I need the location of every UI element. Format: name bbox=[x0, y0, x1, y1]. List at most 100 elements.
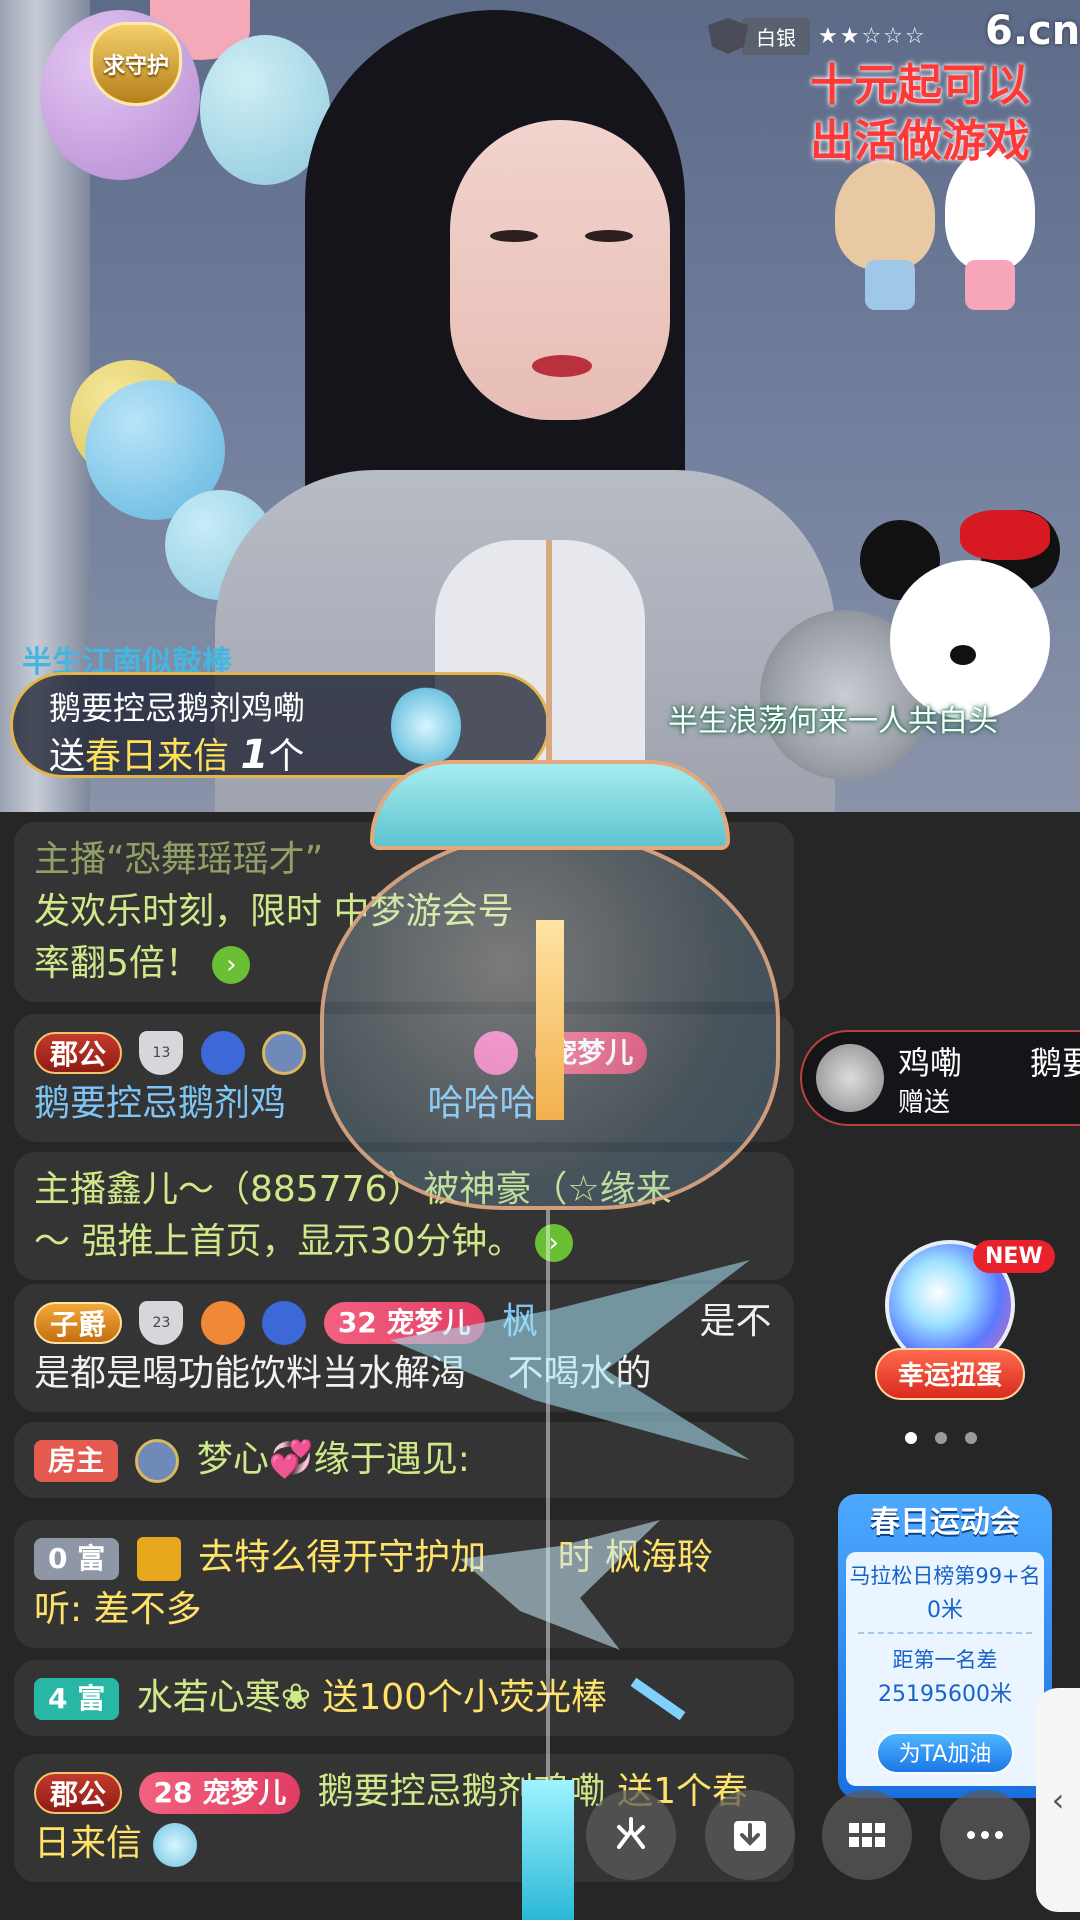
title-badge: 郡公 bbox=[34, 1772, 123, 1814]
level-cube-icon bbox=[262, 1301, 307, 1345]
carousel-dot[interactable] bbox=[965, 1432, 977, 1444]
cheer-button[interactable]: 为TA加油 bbox=[876, 1732, 1014, 1774]
sender-avatar bbox=[816, 1044, 884, 1112]
carousel-dots[interactable] bbox=[905, 1432, 977, 1444]
rank-one-icon bbox=[200, 1301, 245, 1345]
marathon-distance: 0米 bbox=[927, 1598, 963, 1623]
site-logo: 6.cn bbox=[985, 8, 1080, 54]
spring-letter-gift-icon bbox=[391, 685, 461, 767]
system-notice-line-1: 主播鑫儿～（885776）被神豪（☆缘来 bbox=[34, 1169, 672, 1210]
system-notice-text: ～ 强推上首页，显示30分钟。 bbox=[34, 1221, 524, 1262]
fan-badge-level: 32 bbox=[337, 1306, 377, 1339]
spring-sports-widget[interactable]: 春日运动会 马拉松日榜第99+名 0米 距第一名差 25195600米 为TA加… bbox=[838, 1494, 1052, 1798]
chat-message: 郡公 13 宠梦儿 鹅要控忌鹅剂鸡 哈哈哈 bbox=[14, 1014, 794, 1142]
go-arrow-icon[interactable]: › bbox=[534, 1224, 573, 1262]
guard-shield-icon: 23 bbox=[139, 1301, 184, 1345]
sender-name: 鸡嘞 bbox=[898, 1044, 963, 1082]
system-notice-end: 率翻5倍！ bbox=[34, 943, 201, 984]
host-badge: 房主 bbox=[34, 1440, 119, 1482]
chat-text-line-2-tail: 不喝水的 bbox=[507, 1353, 652, 1394]
download-button[interactable] bbox=[705, 1790, 795, 1880]
fan-badge-name: 宠梦儿 bbox=[202, 1776, 287, 1809]
more-button[interactable] bbox=[940, 1790, 1030, 1880]
gift-banner-gift: 春日来信 bbox=[85, 736, 230, 777]
chat-message: 郡公 28 宠梦儿 鹅要控忌鹅剂鸡嘞 送1个春 日来信 bbox=[14, 1754, 794, 1882]
chat-message: 0 富 去特么得开守护加 时 枫海聆 听: 差不多 bbox=[14, 1520, 794, 1648]
share-button[interactable] bbox=[586, 1790, 676, 1880]
system-notice-line-2: 发欢乐时刻，限时 中梦游会号 bbox=[34, 886, 774, 938]
chat-message: 主播“恐舞瑶瑶才” 发欢乐时刻，限时 中梦游会号 率翻5倍！ › bbox=[14, 822, 794, 1002]
sports-title: 春日运动会 bbox=[870, 1505, 1020, 1540]
apps-button[interactable] bbox=[822, 1790, 912, 1880]
glow-stick-icon bbox=[631, 1677, 686, 1721]
wealth-badge: 4 富 bbox=[34, 1678, 120, 1720]
chat-text-line-2: 听: 差不多 bbox=[34, 1589, 202, 1630]
gift-banner-count: 1 bbox=[240, 732, 269, 778]
chat-message: 子爵 23 32 宠梦儿 枫 是不 是都是喝功能饮料当水解渴 不喝水的 bbox=[14, 1284, 794, 1412]
system-notice-text-tail: 中梦游会号 bbox=[333, 891, 514, 932]
system-notice-line-1: 主播“恐舞瑶瑶才” bbox=[34, 839, 324, 880]
live-video[interactable]: 求守护 白银 ★★☆☆☆ 6.cn 十元起可以 出活做游戏 半生江南似鼓棒 半生… bbox=[0, 0, 1080, 812]
system-notice-line-2: ～ 强推上首页，显示30分钟。 › bbox=[34, 1216, 774, 1268]
heart-medal-icon bbox=[473, 1031, 518, 1075]
promo-text: 十元起可以 出活做游戏 bbox=[810, 58, 1060, 170]
download-icon bbox=[734, 1821, 766, 1851]
more-icon bbox=[967, 1831, 1003, 1839]
chat-message: 主播鑫儿～（885776）被神豪（☆缘来 ～ 强推上首页，显示30分钟。 › bbox=[14, 1152, 794, 1280]
gap-label: 距第一名差 bbox=[892, 1648, 998, 1672]
chat-text-tail: 时 枫海聆 bbox=[557, 1537, 714, 1578]
system-notice-line-3: 率翻5倍！ › bbox=[34, 938, 774, 990]
gift-banner-line: 送春日来信 1个 bbox=[49, 727, 304, 779]
marathon-rank: 马拉松日榜第99+名 bbox=[849, 1564, 1041, 1588]
spring-letter-gift-icon bbox=[153, 1823, 198, 1867]
chat-username[interactable]: 水若心寒❀ bbox=[137, 1677, 311, 1718]
gift-notification[interactable]: 鸡嘞 鹅要 赠送 bbox=[800, 1030, 1080, 1126]
guard-shield-icon: 13 bbox=[139, 1031, 184, 1075]
rank-level: 白银 bbox=[742, 17, 810, 55]
title-badge: 子爵 bbox=[34, 1302, 123, 1344]
fan-badge-level: 28 bbox=[153, 1776, 193, 1809]
gacha-label: 幸运扭蛋 bbox=[875, 1348, 1025, 1400]
receiver-name: 鹅要 bbox=[1030, 1044, 1080, 1082]
new-badge: NEW bbox=[973, 1240, 1055, 1273]
fan-badge: 宠梦儿 bbox=[535, 1032, 648, 1074]
gift-banner-unit: 个 bbox=[268, 736, 305, 777]
chat-message: 房主 梦心💞缘于遇见: bbox=[14, 1422, 794, 1498]
gift-banner-user: 鹅要控忌鹅剂鸡嘞 bbox=[49, 689, 306, 727]
chat-text: 去特么得开守护加 bbox=[198, 1537, 487, 1578]
chat-username[interactable]: 梦心💞缘于遇见: bbox=[197, 1439, 470, 1480]
fan-badge: 28 宠梦儿 bbox=[139, 1772, 301, 1814]
chevron-left-icon: ‹ bbox=[1051, 1781, 1065, 1819]
gift-banner-send: 送 bbox=[49, 736, 86, 777]
guard-request-badge[interactable]: 求守护 bbox=[90, 22, 182, 106]
carousel-dot[interactable] bbox=[935, 1432, 947, 1444]
title-badge: 郡公 bbox=[34, 1032, 123, 1074]
rank-stars: ★★☆☆☆ bbox=[818, 23, 927, 49]
grid-icon bbox=[849, 1823, 885, 1847]
promo-line-1: 十元起可以 bbox=[810, 60, 1030, 111]
chat-username[interactable]: 鹅要控忌鹅剂鸡 bbox=[34, 1083, 286, 1124]
rank-wing-icon bbox=[135, 1439, 180, 1483]
chat-text: 哈哈哈 bbox=[427, 1083, 536, 1124]
wealth-badge: 0 富 bbox=[34, 1538, 120, 1580]
fan-badge-name: 宠梦儿 bbox=[386, 1306, 471, 1339]
go-arrow-icon[interactable]: › bbox=[212, 946, 251, 984]
chat-message: 4 富 水若心寒❀ 送100个小荧光棒 bbox=[14, 1660, 794, 1736]
medal-icon bbox=[262, 1031, 307, 1075]
system-notice-text: 发欢乐时刻，限时 bbox=[34, 891, 323, 932]
chat-username[interactable]: 鹅要控忌鹅剂鸡嘞 bbox=[318, 1771, 606, 1812]
gift-banner: 鹅要控忌鹅剂鸡嘞 送春日来信 1个 bbox=[10, 672, 550, 778]
anchor-rank[interactable]: 白银 ★★☆☆☆ bbox=[708, 17, 927, 55]
chat-text-line-2: 是都是喝功能饮料当水解渴 bbox=[34, 1353, 467, 1394]
chat-gift-text-2: 日来信 bbox=[34, 1823, 143, 1864]
user-avatar-icon bbox=[136, 1537, 181, 1581]
promo-line-2: 出活做游戏 bbox=[810, 116, 1030, 167]
chat-username[interactable]: 枫 bbox=[502, 1301, 538, 1342]
side-panel-handle[interactable]: ‹ bbox=[1036, 1688, 1080, 1912]
share-icon bbox=[617, 1817, 645, 1849]
carousel-dot-active[interactable] bbox=[905, 1432, 917, 1444]
video-caption: 半生浪荡何来一人共白头 bbox=[668, 704, 998, 739]
gift-action: 赠送 bbox=[898, 1088, 951, 1118]
level-star-icon bbox=[200, 1031, 245, 1075]
chat-text: 是不 bbox=[699, 1301, 772, 1342]
